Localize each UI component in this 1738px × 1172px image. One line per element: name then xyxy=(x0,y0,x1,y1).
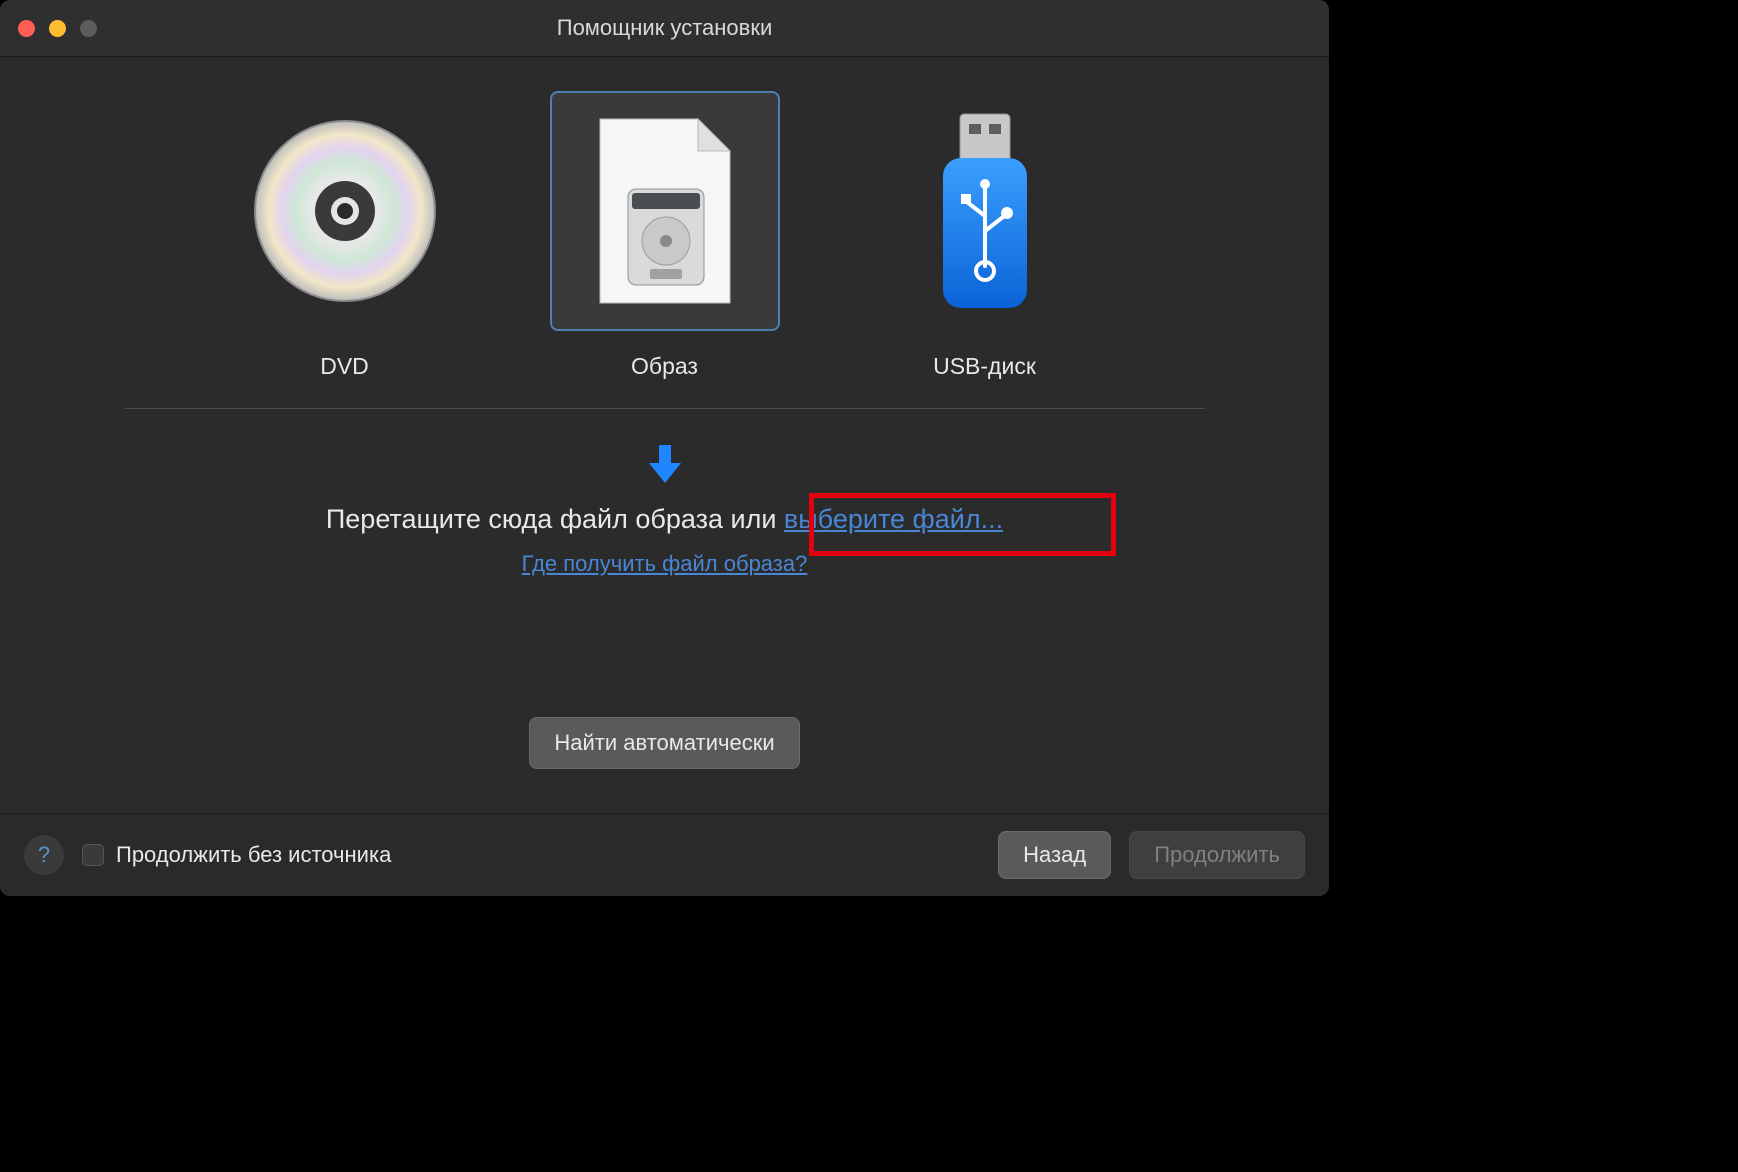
help-button[interactable]: ? xyxy=(24,835,64,875)
source-option-image-label: Образ xyxy=(631,353,698,380)
where-to-get-image-link[interactable]: Где получить файл образа? xyxy=(522,551,808,577)
continue-button: Продолжить xyxy=(1129,831,1305,879)
disk-image-icon xyxy=(550,91,780,331)
source-option-dvd[interactable]: DVD xyxy=(230,91,460,380)
source-option-image[interactable]: Образ xyxy=(550,91,780,380)
titlebar: Помощник установки xyxy=(0,0,1329,57)
installer-assistant-window: Помощник установки xyxy=(0,0,1329,896)
main-panel: DVD xyxy=(0,57,1329,813)
divider xyxy=(125,408,1205,409)
minimize-icon[interactable] xyxy=(49,20,66,37)
choose-file-link[interactable]: выберите файл... xyxy=(784,504,1003,534)
continue-without-source-checkbox[interactable]: Продолжить без источника xyxy=(82,842,391,868)
zoom-icon[interactable] xyxy=(80,20,97,37)
usb-drive-icon xyxy=(870,91,1100,331)
source-option-usb-label: USB-диск xyxy=(933,353,1036,380)
source-option-dvd-label: DVD xyxy=(320,353,369,380)
dvd-icon xyxy=(230,91,460,331)
window-controls xyxy=(18,20,97,37)
drop-instruction: Перетащите сюда файл образа или выберите… xyxy=(326,504,1003,535)
checkbox-icon xyxy=(82,844,104,866)
source-option-usb[interactable]: USB-диск xyxy=(870,91,1100,380)
drop-instruction-text: Перетащите сюда файл образа или xyxy=(326,504,784,534)
down-arrow-icon xyxy=(645,441,685,490)
close-icon[interactable] xyxy=(18,20,35,37)
footer: ? Продолжить без источника Назад Продолж… xyxy=(0,813,1329,896)
find-automatically-button[interactable]: Найти автоматически xyxy=(529,717,799,769)
back-button[interactable]: Назад xyxy=(998,831,1111,879)
window-title: Помощник установки xyxy=(557,15,773,41)
continue-without-source-label: Продолжить без источника xyxy=(116,842,391,868)
source-options: DVD xyxy=(230,91,1100,380)
